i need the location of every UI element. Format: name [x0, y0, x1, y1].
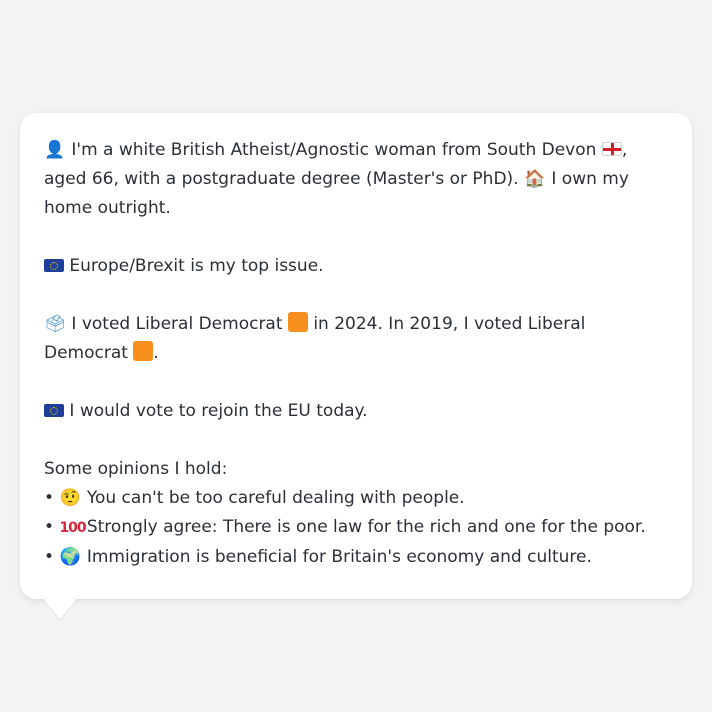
opinions-heading: Some opinions I hold: [44, 459, 228, 479]
ballot-box-icon: 🗳 [44, 314, 66, 334]
bullet: • [44, 488, 55, 508]
eu-flag-icon [44, 404, 64, 417]
opinion-text: Strongly agree: There is one law for the… [86, 517, 646, 537]
voting-history: 🗳 I voted Liberal Democrat in 2024. In 2… [44, 310, 668, 368]
bullet: • [44, 547, 55, 567]
house-icon: 🏠 [524, 169, 546, 189]
top-issue: Europe/Brexit is my top issue. [44, 252, 668, 281]
person-silhouette-icon: 👤 [44, 140, 66, 160]
orange-square-icon [287, 312, 308, 332]
opinion-text: Immigration is beneficial for Britain's … [86, 547, 592, 567]
opinion-text: You can't be too careful dealing with pe… [86, 488, 465, 508]
england-flag-icon [601, 142, 622, 156]
bubble-tail [42, 597, 78, 619]
eu-vote-text: I would vote to rejoin the EU today. [69, 401, 368, 421]
globe-icon: 🌍 [59, 547, 82, 567]
hundred-points-icon: 100 [59, 520, 86, 536]
eu-vote: I would vote to rejoin the EU today. [44, 397, 668, 426]
eu-flag-icon [44, 259, 64, 272]
vote-text-1: I voted Liberal Democrat [71, 314, 283, 334]
top-issue-text: Europe/Brexit is my top issue. [69, 256, 324, 276]
opinion-item: • 🌍 Immigration is beneficial for Britai… [44, 543, 668, 572]
persona-message-bubble: 👤 I'm a white British Atheist/Agnostic w… [20, 113, 692, 599]
raised-eyebrow-face-icon: 🤨 [59, 488, 82, 508]
profile-intro-text-1: I'm a white British Atheist/Agnostic wom… [71, 140, 597, 160]
orange-square-icon [133, 341, 154, 361]
bullet: • [44, 517, 55, 537]
opinion-item: • 🤨 You can't be too careful dealing wit… [44, 484, 668, 513]
opinion-item: • 100 Strongly agree: There is one law f… [44, 513, 668, 543]
vote-text-3: . [153, 343, 159, 363]
profile-intro: 👤 I'm a white British Atheist/Agnostic w… [44, 136, 668, 223]
